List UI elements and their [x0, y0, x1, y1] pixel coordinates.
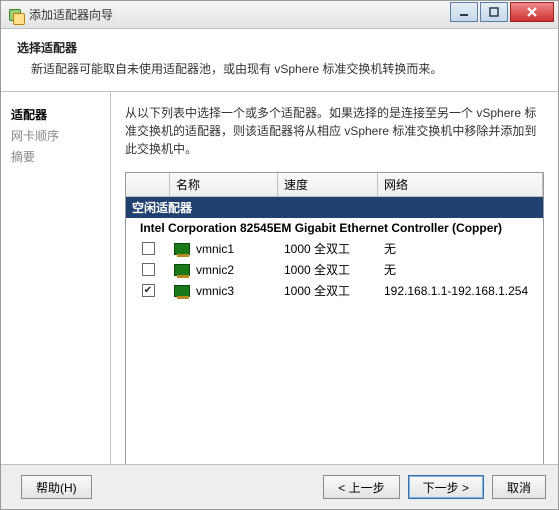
- back-button[interactable]: < 上一步: [323, 475, 399, 499]
- group-unclaimed: 空闲适配器: [126, 197, 543, 218]
- step-adapter[interactable]: 适配器: [11, 106, 100, 123]
- body: 适配器 网卡顺序 摘要 从以下列表中选择一个或多个适配器。如果选择的是连接至另一…: [1, 92, 558, 492]
- nic-icon: [174, 243, 190, 255]
- maximize-button[interactable]: [480, 2, 508, 22]
- adapter-network: 无: [378, 240, 543, 257]
- adapter-network: 192.168.1.1-192.168.1.254: [378, 284, 543, 298]
- header: 选择适配器 新适配器可能取自未使用适配器池，或由现有 vSphere 标准交换机…: [1, 29, 558, 92]
- window-title: 添加适配器向导: [29, 6, 448, 23]
- minimize-button[interactable]: [450, 2, 478, 22]
- main-panel: 从以下列表中选择一个或多个适配器。如果选择的是连接至另一个 vSphere 标准…: [111, 92, 558, 492]
- column-headers: 名称 速度 网络: [126, 173, 543, 197]
- instruction-text: 从以下列表中选择一个或多个适配器。如果选择的是连接至另一个 vSphere 标准…: [125, 104, 544, 158]
- adapter-network: 无: [378, 261, 543, 278]
- wizard-steps: 适配器 网卡顺序 摘要: [1, 92, 111, 492]
- page-subtitle: 新适配器可能取自未使用适配器池，或由现有 vSphere 标准交换机转换而来。: [17, 60, 542, 77]
- checkbox-vmnic1[interactable]: [142, 242, 155, 255]
- adapter-name: vmnic1: [196, 242, 234, 256]
- column-speed[interactable]: 速度: [278, 173, 378, 196]
- titlebar: 添加适配器向导: [1, 1, 558, 29]
- adapter-list: 名称 速度 网络 空闲适配器 Intel Corporation 82545EM…: [125, 172, 544, 482]
- next-button[interactable]: 下一步 >: [408, 475, 484, 499]
- wizard-window: 添加适配器向导 选择适配器 新适配器可能取自未使用适配器池，或由现有 vSphe…: [0, 0, 559, 510]
- adapter-row[interactable]: vmnic3 1000 全双工 192.168.1.1-192.168.1.25…: [126, 280, 543, 301]
- footer: 帮助(H) < 上一步 下一步 > 取消: [1, 464, 558, 509]
- column-network[interactable]: 网络: [378, 173, 543, 196]
- step-nic-order[interactable]: 网卡顺序: [11, 127, 100, 144]
- app-icon: [7, 7, 23, 23]
- nic-icon: [174, 285, 190, 297]
- adapter-row[interactable]: vmnic2 1000 全双工 无: [126, 259, 543, 280]
- window-buttons: [448, 2, 554, 22]
- adapter-name: vmnic2: [196, 263, 234, 277]
- adapter-name: vmnic3: [196, 284, 234, 298]
- cancel-button[interactable]: 取消: [492, 475, 546, 499]
- device-header: Intel Corporation 82545EM Gigabit Ethern…: [126, 218, 543, 238]
- close-button[interactable]: [510, 2, 554, 22]
- checkbox-vmnic2[interactable]: [142, 263, 155, 276]
- column-name[interactable]: 名称: [170, 173, 278, 196]
- adapter-row[interactable]: vmnic1 1000 全双工 无: [126, 238, 543, 259]
- help-button[interactable]: 帮助(H): [21, 475, 92, 499]
- nic-icon: [174, 264, 190, 276]
- adapter-speed: 1000 全双工: [278, 240, 378, 257]
- checkbox-vmnic3[interactable]: [142, 284, 155, 297]
- adapter-speed: 1000 全双工: [278, 261, 378, 278]
- column-checkbox: [126, 173, 170, 196]
- step-summary[interactable]: 摘要: [11, 148, 100, 165]
- page-title: 选择适配器: [17, 39, 542, 56]
- adapter-speed: 1000 全双工: [278, 282, 378, 299]
- list-empty-area: [126, 301, 543, 481]
